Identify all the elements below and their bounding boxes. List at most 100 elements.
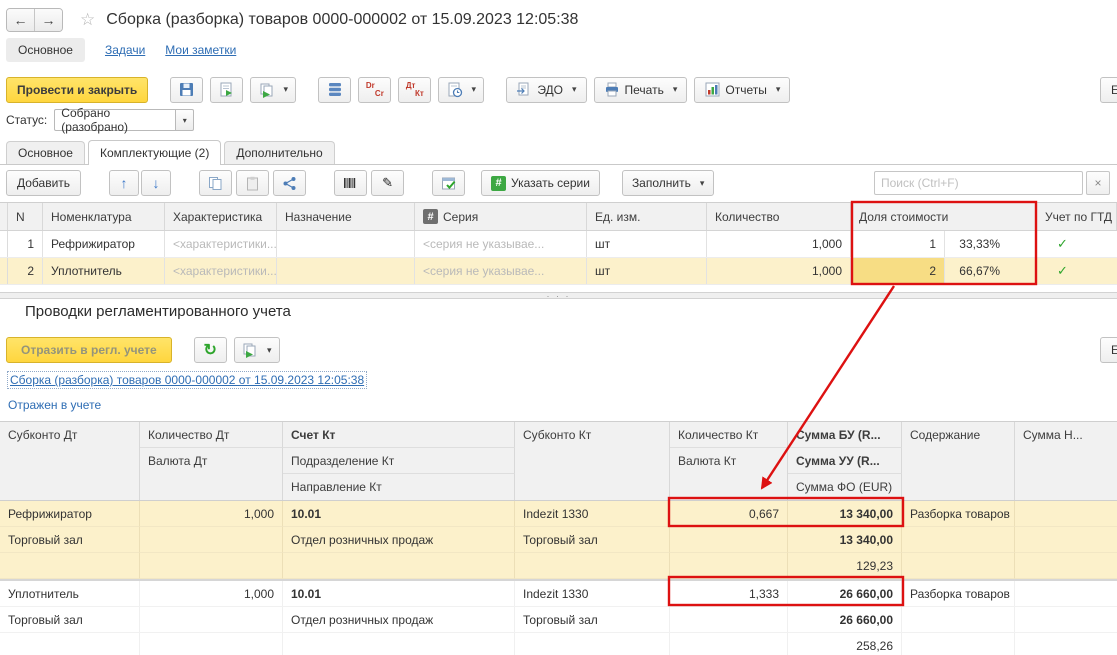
col-cost-share[interactable]: Доля стоимости	[851, 203, 1037, 230]
cell-account-kt: 10.01	[283, 581, 515, 607]
col-sum-n[interactable]: Сумма Н...	[1015, 422, 1117, 448]
col-nomenclature[interactable]: Номенклатура	[43, 203, 165, 230]
col-series[interactable]: # Серия	[415, 203, 587, 230]
cell-quantity: 1,000	[707, 258, 851, 284]
forward-button[interactable]: →	[35, 9, 62, 31]
paste-icon	[245, 175, 261, 191]
share-icon	[282, 175, 298, 191]
col-characteristic[interactable]: Характеристика	[165, 203, 277, 230]
post-and-close-button[interactable]: Провести и закрыть	[6, 76, 149, 103]
nav-tab-tasks[interactable]: Задачи	[105, 43, 145, 57]
dtkt-movements-button[interactable]: Дт Кт	[398, 76, 432, 103]
col-department-kt[interactable]: Подразделение Кт	[283, 448, 515, 474]
copy-row-button[interactable]	[199, 170, 233, 196]
reflected-status-link[interactable]: Отражен в учете	[8, 398, 101, 412]
cell-share-pct: 33,33%	[945, 231, 1037, 257]
col-sum-fo[interactable]: Сумма ФО (EUR)	[788, 474, 902, 500]
post-document-button[interactable]	[210, 76, 244, 103]
add-row-button[interactable]: Добавить	[6, 170, 82, 196]
main-toolbar: Провести и закрыть ▾ Dr Cr Дт Кт ▾ ЭДО ▾…	[6, 76, 1117, 103]
document-link[interactable]: Сборка (разборка) товаров 0000-000002 от…	[6, 371, 368, 389]
refresh-button[interactable]: ↻	[193, 337, 227, 363]
status-value[interactable]: Собрано (разобрано)	[54, 106, 177, 134]
cell-nomenclature: Уплотнитель	[43, 258, 165, 284]
status-combobox[interactable]: Собрано (разобрано) ▾	[54, 106, 195, 134]
cell-qty-dt: 1,000	[140, 581, 283, 607]
cell-n: 1	[8, 231, 43, 257]
reflect-in-accounting-button[interactable]: Отразить в регл. учете	[6, 337, 172, 363]
nav-tab-main[interactable]: Основное	[6, 38, 85, 62]
tab-components[interactable]: Комплектующие (2)	[87, 140, 222, 165]
cell-content: Разборка товаров	[902, 581, 1015, 607]
move-down-button[interactable]: ↓	[141, 170, 172, 196]
col-account-kt[interactable]: Счет Кт	[283, 422, 515, 448]
move-up-button[interactable]: ↑	[109, 170, 140, 196]
col-sum-bu[interactable]: Сумма БУ (R...	[788, 422, 902, 448]
reports-button[interactable]: Отчеты ▾	[694, 76, 791, 103]
col-quantity[interactable]: Количество	[707, 203, 851, 230]
barcode-icon	[343, 175, 359, 191]
posting-entry-row[interactable]: Уплотнитель 1,000 10.01 Indezit 1330 1,3…	[0, 579, 1117, 655]
status-dropdown-button[interactable]: ▾	[176, 109, 195, 131]
fill-button[interactable]: Заполнить ▾	[621, 170, 715, 196]
cell-gtd: ✓	[1037, 231, 1117, 257]
postings-table-header: Субконто Дт Количество Дт Счет Кт Субкон…	[0, 421, 1117, 501]
paste-row-button[interactable]	[236, 170, 270, 196]
col-qty-dt[interactable]: Количество Дт	[140, 422, 283, 448]
edo-icon	[516, 82, 532, 98]
search-input[interactable]	[874, 171, 1083, 195]
postings-toolbar: Отразить в регл. учете ↻ ▾ Ещё	[6, 337, 1117, 363]
dropdown-caret-icon: ▾	[266, 344, 272, 355]
table-row[interactable]: 1 Рефрижиратор <характеристики... <серия…	[0, 231, 1117, 258]
dropdown-caret-icon: ▾	[672, 84, 678, 94]
drcr-movements-button[interactable]: Dr Cr	[358, 76, 392, 103]
col-purpose[interactable]: Назначение	[277, 203, 415, 230]
check-fill-button[interactable]	[432, 170, 466, 196]
section-splitter[interactable]: · · ·	[0, 291, 1117, 300]
close-icon: ×	[1094, 176, 1102, 190]
back-button[interactable]: ←	[7, 9, 35, 31]
postings-create-based-on-button[interactable]: ▾	[233, 337, 280, 363]
specify-series-button[interactable]: # Указать серии	[481, 170, 600, 196]
col-content[interactable]: Содержание	[902, 422, 1015, 448]
registers-icon	[327, 82, 343, 98]
col-direction-kt[interactable]: Направление Кт	[283, 474, 515, 500]
table-row-selected[interactable]: 2 Уплотнитель <характеристики... <серия …	[0, 258, 1117, 285]
col-qty-kt[interactable]: Количество Кт	[670, 422, 788, 448]
col-n[interactable]: N	[8, 203, 43, 230]
favorite-star-icon[interactable]: ☆	[80, 10, 95, 30]
col-subconto-dt[interactable]: Субконто Дт	[0, 422, 140, 448]
col-currency-kt[interactable]: Валюта Кт	[670, 448, 788, 474]
nav-tab-notes[interactable]: Мои заметки	[165, 43, 236, 57]
barcode-scan-button[interactable]	[334, 170, 368, 196]
create-based-on-button[interactable]: ▾	[250, 76, 297, 103]
col-unit[interactable]: Ед. изм.	[587, 203, 707, 230]
share-button[interactable]	[273, 170, 307, 196]
tab-main[interactable]: Основное	[6, 141, 85, 164]
postings-more-button[interactable]: Ещё	[1100, 337, 1117, 363]
cell-purpose	[277, 231, 415, 257]
arrow-down-icon: ↓	[152, 175, 160, 191]
dropdown-caret-icon: ▾	[699, 177, 705, 188]
col-currency-dt[interactable]: Валюта Дт	[140, 448, 283, 474]
tab-additional[interactable]: Дополнительно	[224, 141, 335, 164]
components-toolbar: Добавить ↑ ↓ ✎ # Указать серии Заполнить…	[6, 170, 1117, 196]
search-clear-button[interactable]: ×	[1086, 171, 1110, 195]
col-subconto-kt[interactable]: Субконто Кт	[515, 422, 670, 448]
calendar-check-icon	[441, 175, 457, 191]
fill-label: Заполнить	[631, 176, 691, 190]
dropdown-caret-icon: ▾	[283, 84, 289, 94]
posting-entry-row[interactable]: Рефрижиратор 1,000 10.01 Indezit 1330 0,…	[0, 501, 1117, 579]
schedule-document-button[interactable]: ▾	[438, 76, 485, 103]
registers-button[interactable]	[318, 76, 352, 103]
edo-button[interactable]: ЭДО ▾	[506, 76, 587, 103]
col-sum-uu[interactable]: Сумма УУ (R...	[788, 448, 902, 474]
marking-pen-button[interactable]: ✎	[371, 170, 405, 196]
dropdown-caret-icon: ▾	[572, 84, 577, 94]
edo-label: ЭДО	[537, 82, 563, 97]
save-button[interactable]	[170, 76, 204, 103]
more-button[interactable]: Ещё	[1100, 76, 1117, 103]
print-button[interactable]: Печать ▾	[593, 76, 688, 103]
col-gtd[interactable]: Учет по ГТД	[1037, 203, 1117, 230]
cell-characteristic: <характеристики...	[165, 258, 277, 284]
